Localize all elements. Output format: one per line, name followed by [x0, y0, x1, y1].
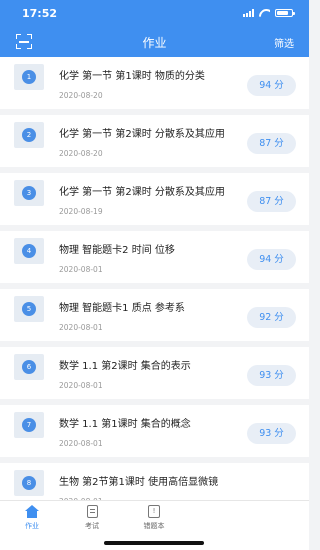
assignment-number: 5	[22, 302, 36, 316]
assignment-date: 2020-08-01	[59, 265, 103, 274]
score-badge: 93 分	[247, 365, 296, 386]
page-title: 作业	[142, 36, 167, 50]
status-bar: 17:52	[0, 0, 309, 27]
home-indicator	[104, 541, 204, 545]
status-icons	[243, 9, 295, 17]
assignment-number: 2	[22, 128, 36, 142]
tab-homework[interactable]: 作业	[2, 505, 62, 531]
score-badge: 94 分	[247, 249, 296, 270]
assignment-item[interactable]: 5 物理 智能题卡1 质点 参考系 2020-08-01 92 分	[0, 289, 309, 341]
assignment-title: 数学 1.1 第1课时 集合的概念	[59, 419, 191, 430]
nav-bar: 作业 筛选	[0, 27, 309, 57]
book-icon: !	[148, 505, 160, 518]
home-icon	[25, 505, 39, 518]
assignment-date: 2020-08-20	[59, 149, 103, 158]
tab-label: 考试	[85, 522, 99, 530]
battery-icon	[275, 9, 295, 17]
assignment-title: 数学 1.1 第2课时 集合的表示	[59, 361, 191, 372]
assignment-item[interactable]: 7 数学 1.1 第1课时 集合的概念 2020-08-01 93 分	[0, 405, 309, 457]
assignment-item[interactable]: 6 数学 1.1 第2课时 集合的表示 2020-08-01 93 分	[0, 347, 309, 399]
wifi-icon	[259, 9, 270, 17]
assignment-date: 2020-08-01	[59, 381, 103, 390]
assignment-date: 2020-08-20	[59, 91, 103, 100]
assignment-title: 生物 第2节第1课时 使用高倍显微镜	[59, 477, 219, 488]
assignment-thumbnail: 2	[14, 122, 44, 148]
assignment-thumbnail: 7	[14, 412, 44, 438]
assignment-date: 2020-08-01	[59, 439, 103, 448]
tab-label: 作业	[25, 522, 39, 530]
filter-button[interactable]: 筛选	[274, 35, 294, 50]
assignment-number: 3	[22, 186, 36, 200]
document-icon	[86, 505, 98, 518]
score-badge: 92 分	[247, 307, 296, 328]
assignment-number: 7	[22, 418, 36, 432]
signal-icon	[243, 9, 254, 17]
score-badge: 93 分	[247, 423, 296, 444]
assignment-list[interactable]: 1 化学 第一节 第1课时 物质的分类 2020-08-20 94 分 2 化学…	[0, 57, 309, 500]
assignment-title: 化学 第一节 第1课时 物质的分类	[59, 71, 205, 82]
score-badge: 87 分	[247, 133, 296, 154]
assignment-thumbnail: 3	[14, 180, 44, 206]
assignment-thumbnail: 5	[14, 296, 44, 322]
assignment-number: 1	[22, 70, 36, 84]
assignment-thumbnail: 1	[14, 64, 44, 90]
assignment-thumbnail: 4	[14, 238, 44, 264]
assignment-item[interactable]: 1 化学 第一节 第1课时 物质的分类 2020-08-20 94 分	[0, 57, 309, 109]
assignment-number: 8	[22, 476, 36, 490]
assignment-number: 6	[22, 360, 36, 374]
assignment-title: 物理 智能题卡1 质点 参考系	[59, 303, 185, 314]
tab-mistake-book[interactable]: ! 错题本	[124, 505, 184, 531]
assignment-item[interactable]: 2 化学 第一节 第2课时 分散系及其应用 2020-08-20 87 分	[0, 115, 309, 167]
status-time: 17:52	[22, 7, 58, 20]
assignment-item[interactable]: 8 生物 第2节第1课时 使用高倍显微镜 2020-08-01	[0, 463, 309, 500]
score-badge: 94 分	[247, 75, 296, 96]
assignment-date: 2020-08-19	[59, 207, 103, 216]
assignment-date: 2020-08-01	[59, 323, 103, 332]
assignment-number: 4	[22, 244, 36, 258]
tab-exam[interactable]: 考试	[62, 505, 122, 531]
assignment-title: 物理 智能题卡2 时间 位移	[59, 245, 175, 256]
assignment-item[interactable]: 3 化学 第一节 第2课时 分散系及其应用 2020-08-19 87 分	[0, 173, 309, 225]
assignment-title: 化学 第一节 第2课时 分散系及其应用	[59, 187, 225, 198]
assignment-thumbnail: 6	[14, 354, 44, 380]
assignment-item[interactable]: 4 物理 智能题卡2 时间 位移 2020-08-01 94 分	[0, 231, 309, 283]
assignment-title: 化学 第一节 第2课时 分散系及其应用	[59, 129, 225, 140]
tab-label: 错题本	[143, 522, 165, 530]
assignment-thumbnail: 8	[14, 470, 44, 496]
score-badge: 87 分	[247, 191, 296, 212]
battery-fill	[277, 11, 289, 15]
